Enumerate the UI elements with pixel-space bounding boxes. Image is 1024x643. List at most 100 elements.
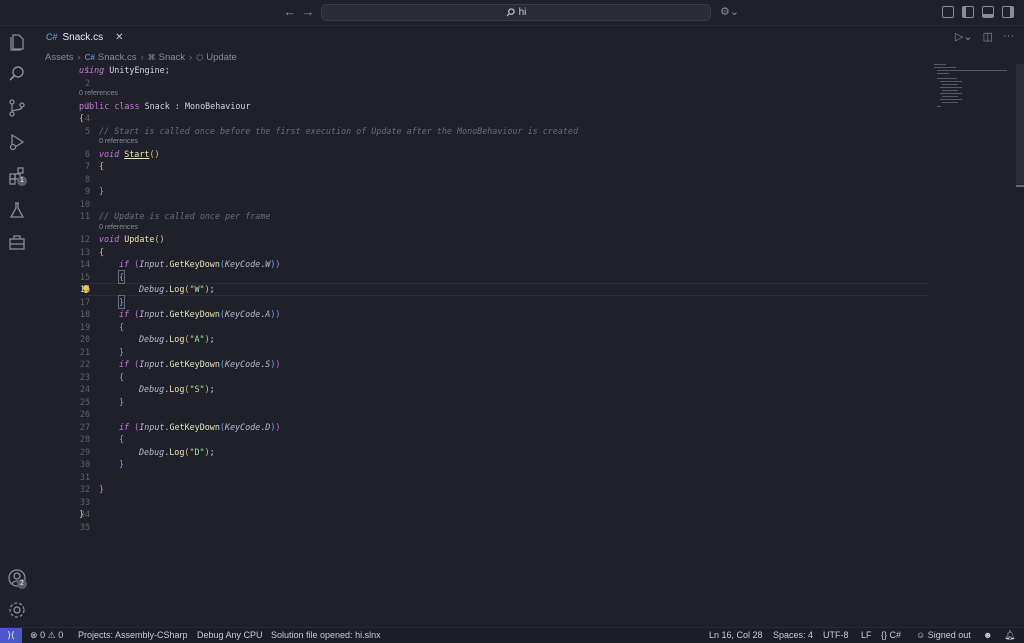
customize-layout-icon[interactable] (942, 6, 954, 18)
config-status[interactable]: Debug Any CPU (197, 628, 263, 643)
code-line: } (117, 294, 126, 310)
breadcrumb-class[interactable]: Snack (159, 52, 185, 63)
editor-tabs: C# Snack.cs ✕ ▷⌄ ◫ ··· (34, 26, 1024, 48)
settings-icon[interactable] (7, 600, 27, 620)
problems-indicator[interactable]: ⊗ 0 ⚠ 0 (30, 628, 63, 643)
code-line: { (117, 269, 126, 285)
toggle-panel-icon[interactable] (982, 6, 994, 18)
remote-explorer-icon[interactable] (7, 232, 27, 252)
code-line: Debug.Log("S"); (139, 384, 215, 394)
code-line: { (119, 434, 125, 444)
class-icon: ⌘ (147, 52, 156, 62)
remote-indicator-icon[interactable]: ⟩⟨ (0, 628, 22, 643)
line-number: 31 (79, 471, 90, 482)
minimap[interactable] (934, 64, 1014, 124)
code-line: Debug.Log("D"); (139, 446, 215, 457)
search-icon (506, 8, 515, 17)
tab-label: Snack.cs (62, 31, 104, 43)
code-line: Debug.Log("A"); (139, 334, 215, 344)
title-bar: ← → hi ⚙︎⌄ (0, 0, 1024, 26)
warning-count: 0 (58, 630, 64, 640)
language-label: C# (889, 630, 902, 640)
indentation-status[interactable]: Spaces: 4 (773, 628, 813, 643)
scrollbar-cursor-marker (1016, 185, 1024, 187)
chevron-right-icon: › (77, 51, 81, 63)
code-line: public class Snack : MonoBehaviour (79, 100, 251, 111)
explorer-icon[interactable] (7, 32, 27, 52)
project-status[interactable]: Projects: Assembly-CSharp (78, 628, 188, 643)
line-number: 2 (84, 77, 90, 88)
code-line: if (Input.GetKeyDown(KeyCode.W)) (119, 259, 281, 269)
code-line: using UnityEngine; (79, 65, 170, 75)
code-line: void Start() (99, 148, 160, 159)
close-icon[interactable]: ✕ (115, 32, 123, 43)
error-icon: ⊗ (30, 630, 38, 640)
more-actions-icon[interactable]: ··· (1003, 30, 1014, 43)
breadcrumb-assets[interactable]: Assets (45, 52, 74, 63)
code-editor[interactable]: 1 2 3 4 5 6 7 8 9 10 11 12 13 14 15 16 1… (34, 64, 1024, 627)
code-line: { (79, 113, 85, 123)
codelens-references[interactable]: 0 references (99, 223, 138, 233)
arrow-right-icon[interactable]: → (300, 4, 316, 20)
code-line: } (99, 484, 105, 494)
encoding-status[interactable]: UTF-8 (823, 628, 849, 643)
language-status[interactable]: {} C# (881, 628, 901, 643)
code-line: { (99, 246, 105, 257)
solution-status[interactable]: Solution file opened: hi.slnx (271, 628, 381, 643)
line-number: 26 (79, 409, 90, 419)
code-line: if (Input.GetKeyDown(KeyCode.S)) (119, 359, 281, 369)
chevron-right-icon: › (189, 51, 193, 63)
braces-icon: {} (881, 630, 888, 640)
code-line: } (119, 459, 125, 469)
code-line: { (99, 161, 105, 171)
run-debug-icon[interactable] (7, 132, 27, 152)
feedback-icon[interactable]: ☻ (983, 628, 992, 643)
warning-icon: ⚠ (47, 630, 56, 640)
notifications-bell-icon[interactable]: 🔔︎ (1004, 628, 1015, 643)
code-line: { (119, 371, 125, 382)
breadcrumb: Assets › C# Snack.cs › ⌘ Snack › ⬡ Updat… (45, 50, 237, 64)
vertical-scrollbar[interactable] (1016, 64, 1024, 184)
csharp-file-icon: C# (84, 52, 95, 62)
chevron-right-icon: › (140, 51, 144, 63)
search-value: hi (518, 7, 527, 18)
command-center-search[interactable]: hi (321, 4, 711, 21)
source-control-icon[interactable] (7, 98, 27, 118)
codelens-references[interactable]: 0 references (99, 137, 138, 147)
tab-snack-cs[interactable]: C# Snack.cs ✕ (40, 26, 129, 48)
run-icon[interactable]: ▷⌄ (955, 30, 973, 43)
cursor-position[interactable]: Ln 16, Col 28 (709, 628, 763, 643)
signed-out-label: Signed out (927, 630, 971, 640)
csharp-file-icon: C# (46, 32, 58, 42)
toggle-secondary-sidebar-icon[interactable] (1002, 6, 1014, 18)
code-line: } (79, 509, 85, 519)
activity-bar: 1 2 (0, 26, 34, 627)
code-line: { (119, 321, 125, 332)
split-editor-icon[interactable]: ◫ (983, 30, 993, 43)
error-count: 0 (40, 630, 46, 640)
line-number: 35 (79, 521, 90, 532)
breadcrumb-file[interactable]: Snack.cs (98, 52, 137, 63)
layout-controls (942, 6, 1014, 18)
code-line: void Update() (99, 234, 165, 244)
code-line: if (Input.GetKeyDown(KeyCode.D)) (119, 421, 281, 432)
editor-actions: ▷⌄ ◫ ··· (955, 30, 1014, 43)
method-icon: ⬡ (196, 52, 204, 62)
line-number: 8 (84, 173, 90, 184)
codelens-references[interactable]: 0 references (79, 89, 118, 99)
code-line: if (Input.GetKeyDown(KeyCode.A)) (119, 309, 281, 319)
extensions-badge: 1 (17, 176, 27, 186)
line-number: 10 (79, 198, 90, 209)
breadcrumb-method[interactable]: Update (206, 52, 237, 63)
toggle-primary-sidebar-icon[interactable] (962, 6, 974, 18)
search-icon[interactable] (7, 64, 27, 84)
status-bar: ⟩⟨ ⊗ 0 ⚠ 0 Projects: Assembly-CSharp Deb… (0, 627, 1024, 643)
code-line: Debug.Log("W"); (139, 284, 215, 294)
copilot-icon[interactable]: ⚙︎⌄ (720, 5, 739, 18)
copilot-icon: ☺ (916, 630, 926, 640)
arrow-left-icon[interactable]: ← (282, 4, 298, 20)
testing-icon[interactable] (7, 200, 27, 220)
code-line: // Start is called once before the first… (99, 125, 579, 136)
eol-status[interactable]: LF (861, 628, 872, 643)
signed-out-status[interactable]: ☺ Signed out (916, 628, 971, 643)
